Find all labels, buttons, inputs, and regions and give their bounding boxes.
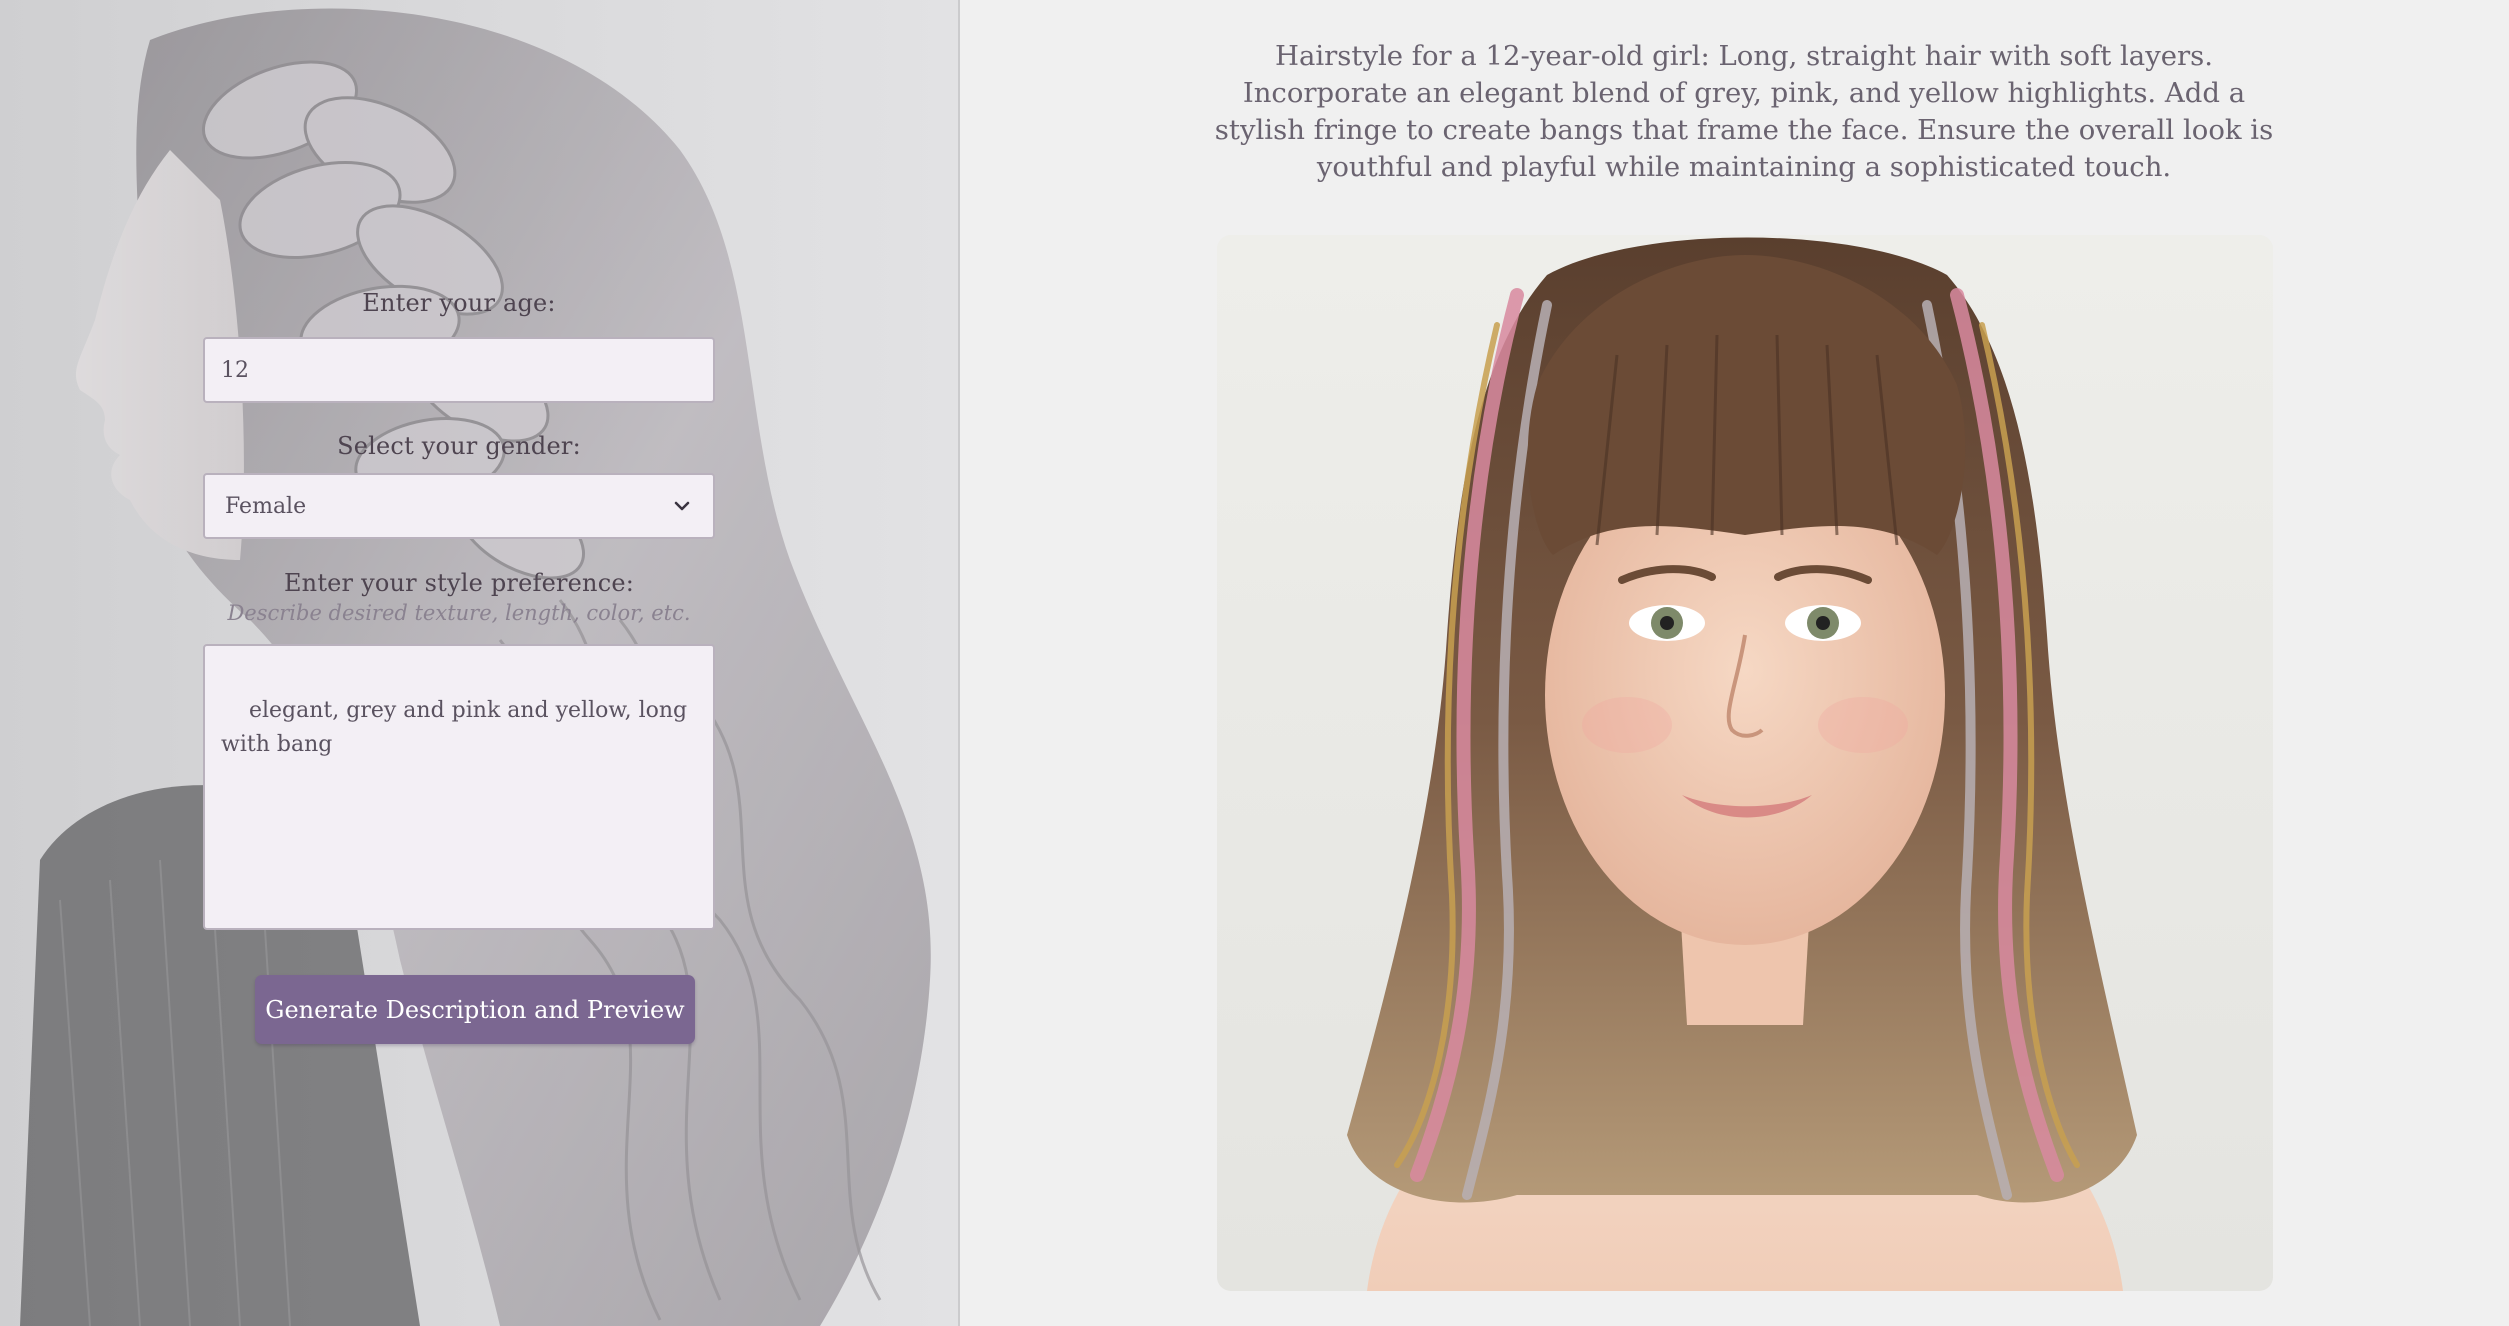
hairstyle-description: Hairstyle for a 12-year-old girl: Long, … (1214, 40, 2274, 183)
gender-select[interactable]: Female (203, 473, 715, 539)
style-preference-value: elegant, grey and pink and yellow, long … (221, 698, 695, 757)
preview-portrait (1217, 235, 2273, 1291)
age-input[interactable]: 12 (203, 337, 715, 403)
form-panel: Enter your age: 12 Select your gender: F… (0, 0, 960, 1326)
generate-button[interactable]: Generate Description and Preview (255, 975, 695, 1044)
style-hint: Describe desired texture, length, color,… (227, 601, 691, 625)
style-label: Enter your style preference: (283, 569, 635, 597)
hairstyle-preview-image (1217, 235, 2273, 1291)
age-input-value: 12 (221, 357, 249, 383)
gender-label: Select your gender: (337, 432, 581, 460)
gender-select-value: Female (225, 493, 307, 519)
chevron-down-icon (674, 501, 690, 511)
age-label: Enter your age: (362, 289, 556, 317)
style-preference-textarea[interactable]: elegant, grey and pink and yellow, long … (203, 644, 715, 930)
